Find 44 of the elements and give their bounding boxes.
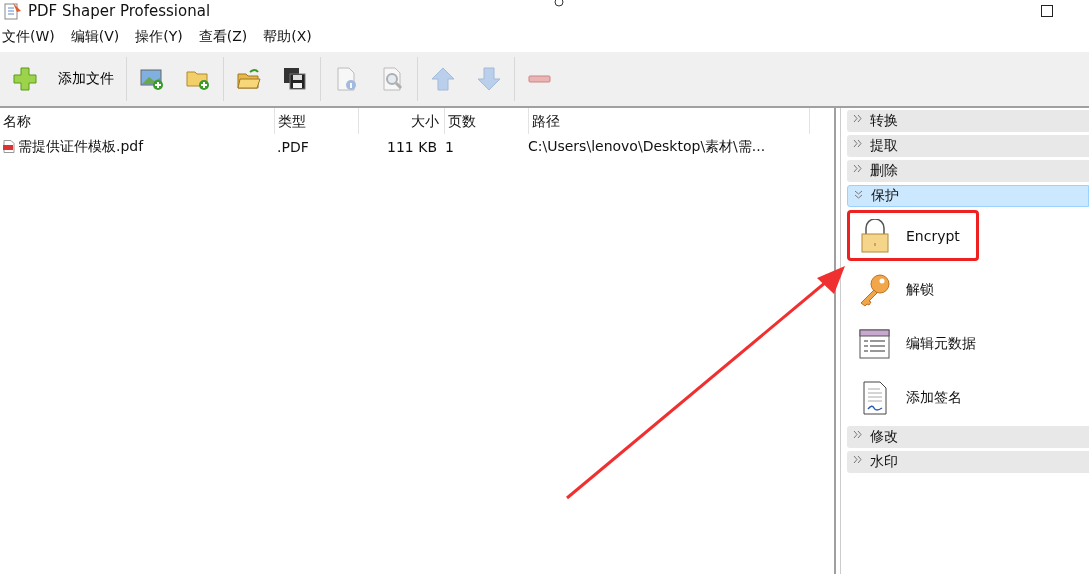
section-header[interactable]: 提取 (847, 135, 1089, 157)
section-header[interactable]: 水印 (847, 451, 1089, 473)
menu-item[interactable]: 编辑(V) (70, 28, 120, 46)
menu-item[interactable]: 帮助(X) (263, 28, 312, 46)
table-icon (858, 326, 892, 361)
open-folder-icon (236, 66, 262, 92)
chevron-down-icon (854, 190, 863, 199)
menu-item[interactable]: 查看(Z) (198, 28, 248, 46)
up-arrow-icon (430, 66, 456, 92)
key-icon (858, 272, 892, 307)
toolbar-button[interactable]: 添加文件 (2, 57, 124, 101)
column-header[interactable]: 路径 (529, 108, 810, 134)
column-header[interactable]: 名称 (0, 108, 275, 134)
table-cell-text: C:\Users\lenovo\Desktop\素材\需... (527, 137, 767, 156)
window-title: PDF Shaper Professional (28, 2, 211, 20)
save-icon (282, 66, 308, 92)
pdf-file-icon (3, 140, 15, 153)
maximize-icon[interactable] (1041, 5, 1053, 17)
add-image-icon (139, 66, 165, 92)
section-header[interactable]: 保护 (847, 185, 1089, 207)
table-cell: 需提供证件模板.pdf (18, 137, 144, 156)
menu-item[interactable]: 操作(Y) (135, 28, 183, 46)
table-cell-text: 111 KB (386, 138, 438, 155)
column-header[interactable]: 页数 (445, 108, 529, 134)
section-header[interactable]: 转换 (847, 110, 1089, 132)
section-header[interactable]: 修改 (847, 426, 1089, 448)
chevron-right-icon (853, 430, 862, 439)
chevron-right-icon (853, 114, 862, 123)
panel-item[interactable]: 编辑元数据 (847, 318, 979, 369)
section-header[interactable]: 删除 (847, 160, 1089, 182)
table-cell-text: .PDF (276, 138, 310, 155)
chevron-right-icon (853, 455, 862, 464)
down-arrow-icon (476, 66, 502, 92)
panel-item[interactable]: 添加签名 (847, 372, 979, 423)
padlock-icon (858, 218, 892, 253)
column-header[interactable]: 大小 (359, 108, 445, 134)
add-icon (12, 66, 38, 92)
column-header[interactable]: 类型 (275, 108, 359, 134)
menu-item[interactable]: 文件(W) (2, 28, 55, 46)
chevron-right-icon (853, 139, 862, 148)
table-cell-text: 1 (444, 138, 455, 155)
panel-item[interactable]: Encrypt (847, 210, 979, 261)
chevron-right-icon (853, 164, 862, 173)
panel-item[interactable]: 解锁 (847, 264, 979, 315)
